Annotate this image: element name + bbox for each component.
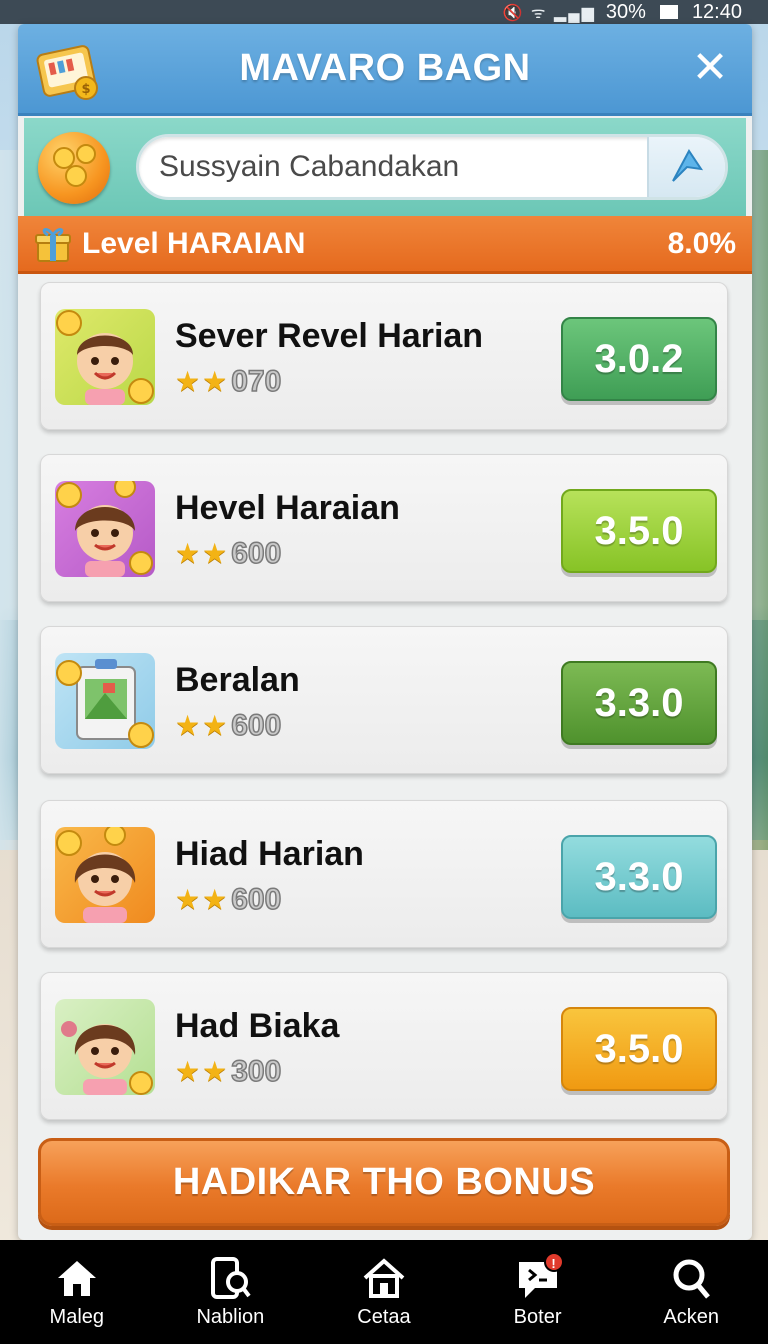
list-item: Hevel Haraian ★ ★ 600 3.5.0 <box>40 454 728 602</box>
close-button[interactable]: ✕ <box>688 46 732 90</box>
main-panel: $ MAVARO BAGN ✕ Sussyain Cabandakan Leve… <box>18 24 752 1240</box>
rating-value: 600 <box>230 536 282 571</box>
status-bar: 🔇 ᯤ ▂▄▆ 30% 12:40 <box>0 0 768 24</box>
level-bar: Level HARAIAN 8.0% <box>18 216 752 274</box>
item-button[interactable]: 3.3.0 <box>561 661 717 745</box>
item-rating: ★ ★ 600 <box>175 708 282 743</box>
star-icon: ★ <box>202 884 228 915</box>
list-item: Hiad Harian ★ ★ 600 3.3.0 <box>40 800 728 948</box>
star-icon: ★ <box>175 366 201 397</box>
nav-item-boter[interactable]: ! Boter <box>468 1251 608 1329</box>
nav-label: Nablion <box>196 1305 265 1328</box>
nav-item-nablion[interactable]: Nablion <box>160 1256 300 1329</box>
nav-label: Cetaa <box>357 1305 411 1328</box>
star-icon: ★ <box>175 884 201 915</box>
battery-icon <box>659 5 678 19</box>
star-icon: ★ <box>202 1056 228 1087</box>
level-label: Level HARAIAN <box>82 226 306 260</box>
ticket-coins-icon: $ <box>36 40 102 104</box>
item-rating: ★ ★ 070 <box>175 364 282 399</box>
item-button[interactable]: 3.5.0 <box>561 1007 717 1091</box>
star-icon: ★ <box>202 710 228 741</box>
nav-label: Boter <box>513 1305 562 1328</box>
level-percent: 8.0% <box>667 226 736 260</box>
item-title: Had Biaka <box>175 1007 340 1045</box>
rating-value: 600 <box>230 882 282 917</box>
item-title: Hevel Haraian <box>175 489 400 527</box>
house-icon <box>363 1257 405 1298</box>
rating-value: 300 <box>230 1054 282 1089</box>
avatar-girl-icon <box>55 999 155 1095</box>
notification-badge: ! <box>543 1251 564 1272</box>
svg-text:$: $ <box>81 82 90 97</box>
list-item: Sever Revel Harian ★ ★ 070 3.0.2 <box>40 282 728 430</box>
coin-ball-icon <box>38 132 110 204</box>
nav-item-cetaa[interactable]: Cetaa <box>314 1256 454 1329</box>
item-rating: ★ ★ 600 <box>175 536 282 571</box>
item-title: Hiad Harian <box>175 835 364 873</box>
page-title: MAVARO BAGN <box>239 47 531 89</box>
close-icon: ✕ <box>691 43 729 92</box>
star-icon: ★ <box>202 366 228 397</box>
avatar-girl-icon <box>55 476 155 577</box>
search-icon <box>673 1259 711 1299</box>
nav-item-maleg[interactable]: Maleg <box>7 1256 147 1329</box>
star-icon: ★ <box>175 538 201 569</box>
search-submit-button[interactable] <box>647 137 725 197</box>
item-button[interactable]: 3.5.0 <box>561 489 717 573</box>
bonus-button[interactable]: HADIKAR THO BONUS <box>38 1138 730 1226</box>
bottom-nav: Maleg Nablion Cetaa ! Boter Acken <box>0 1240 768 1344</box>
item-title: Sever Revel Harian <box>175 317 484 355</box>
item-button[interactable]: 3.3.0 <box>561 835 717 919</box>
star-icon: ★ <box>175 710 201 741</box>
search-input[interactable] <box>139 137 647 197</box>
nav-label: Acken <box>663 1305 719 1328</box>
rating-value: 600 <box>230 708 282 743</box>
list-item: Had Biaka ★ ★ 300 3.5.0 <box>40 972 728 1120</box>
star-icon: ★ <box>175 1056 201 1087</box>
phone-search-icon <box>211 1256 251 1299</box>
gift-icon <box>35 227 71 262</box>
calendar-picture-icon <box>55 653 155 749</box>
nav-label: Maleg <box>49 1305 105 1328</box>
signal-icons: 🔇 ᯤ ▂▄▆ <box>502 5 596 22</box>
item-rating: ★ ★ 300 <box>175 1054 282 1089</box>
avatar-girl-icon <box>55 824 155 923</box>
star-icon: ★ <box>202 538 228 569</box>
item-button[interactable]: 3.0.2 <box>561 317 717 401</box>
header: $ MAVARO BAGN ✕ <box>18 24 752 116</box>
avatar-boy-icon <box>55 309 155 405</box>
home-icon <box>57 1260 96 1296</box>
search-box <box>136 134 728 200</box>
list-item: Beralan ★ ★ 600 3.3.0 <box>40 626 728 774</box>
item-title: Beralan <box>175 661 300 699</box>
search-band <box>24 118 746 216</box>
battery-percent: 30% <box>605 0 646 23</box>
send-arrow-icon <box>672 149 704 182</box>
nav-item-acken[interactable]: Acken <box>621 1256 761 1329</box>
rating-value: 070 <box>230 364 282 399</box>
clock: 12:40 <box>691 0 742 23</box>
item-rating: ★ ★ 600 <box>175 882 282 917</box>
